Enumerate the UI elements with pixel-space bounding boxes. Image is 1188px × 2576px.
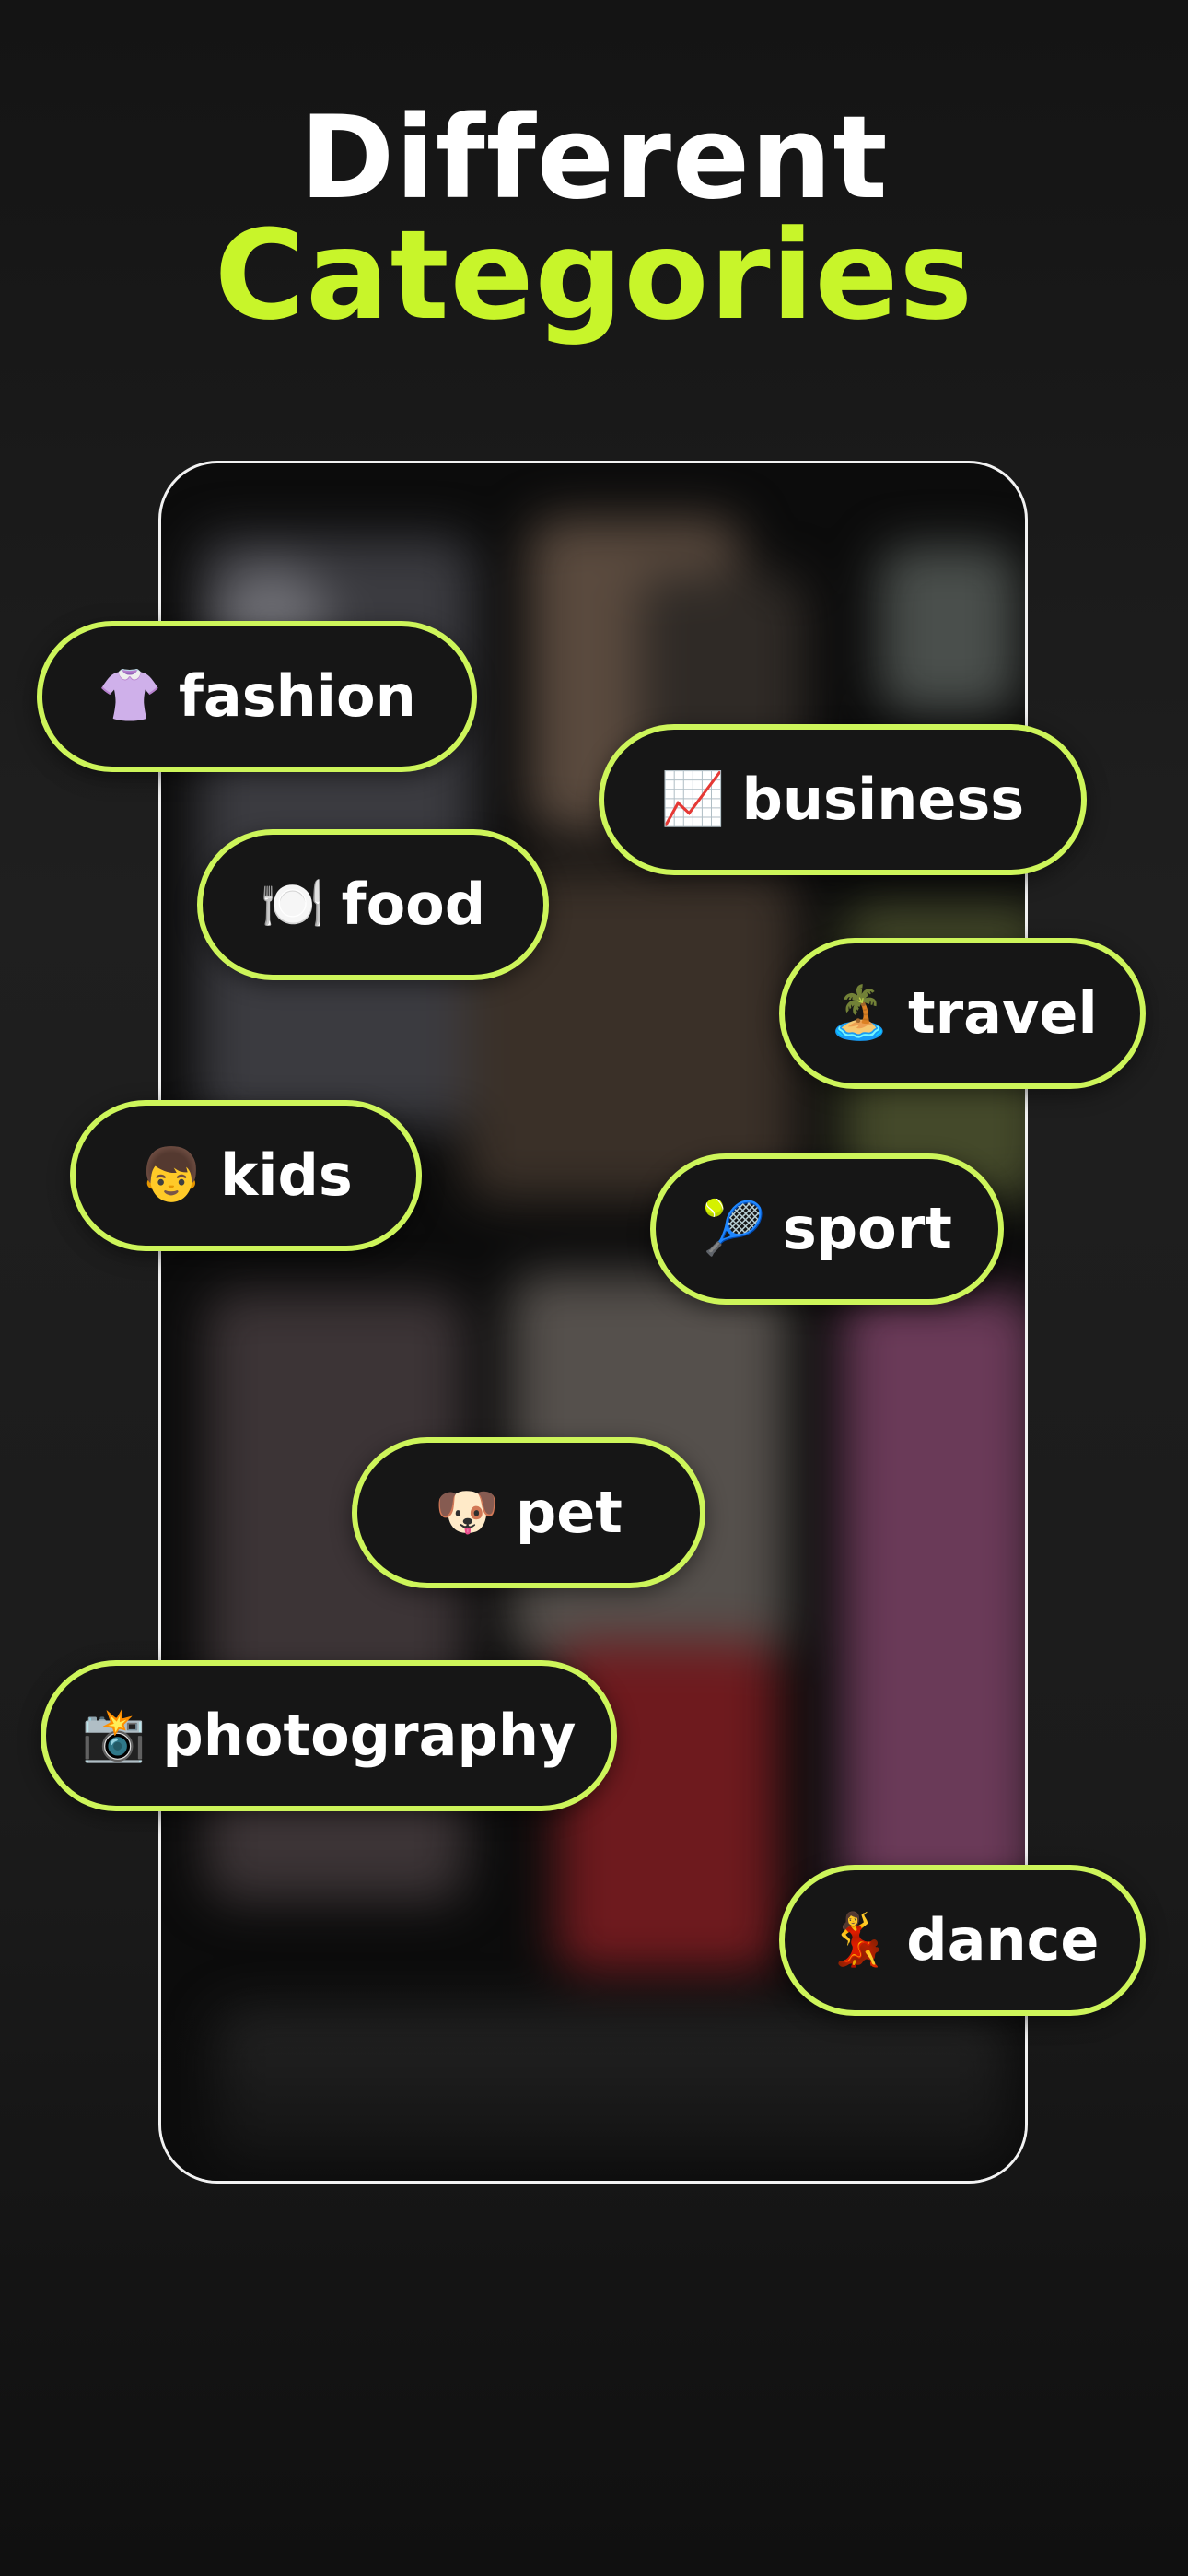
category-label: pet — [515, 1479, 623, 1546]
category-label: business — [741, 766, 1025, 833]
category-chip-photography[interactable]: 📸 photography — [41, 1660, 617, 1811]
category-label: dance — [906, 1906, 1100, 1973]
category-chip-dance[interactable]: 💃 dance — [779, 1865, 1146, 2016]
t-shirt-icon: 👚 — [98, 666, 162, 726]
category-label: photography — [162, 1702, 577, 1769]
dog-face-icon: 🐶 — [435, 1482, 499, 1542]
category-label: sport — [782, 1195, 952, 1262]
chart-increasing-icon: 📈 — [660, 769, 726, 829]
category-chip-sport[interactable]: 🎾 sport — [650, 1153, 1004, 1305]
fork-knife-plate-icon: 🍽️ — [260, 874, 325, 934]
category-label: food — [341, 871, 486, 938]
title-line-1: Different — [299, 92, 889, 225]
camera-flash-icon: 📸 — [81, 1705, 146, 1765]
category-label: travel — [907, 979, 1098, 1047]
category-label: kids — [219, 1142, 353, 1209]
category-chip-travel[interactable]: 🏝️ travel — [779, 938, 1146, 1089]
child-face-icon: 👦 — [139, 1145, 204, 1205]
dancer-icon: 💃 — [825, 1910, 891, 1970]
category-label: fashion — [178, 662, 416, 730]
title-line-2: Categories — [214, 204, 974, 347]
beach-umbrella-icon: 🏝️ — [827, 983, 891, 1043]
category-chip-kids[interactable]: 👦 kids — [70, 1100, 422, 1251]
category-chip-fashion[interactable]: 👚 fashion — [37, 621, 477, 772]
category-chip-pet[interactable]: 🐶 pet — [352, 1437, 705, 1588]
category-chip-food[interactable]: 🍽️ food — [197, 829, 549, 980]
category-chip-business[interactable]: 📈 business — [599, 724, 1087, 875]
tennis-ball-icon: 🎾 — [702, 1199, 766, 1259]
